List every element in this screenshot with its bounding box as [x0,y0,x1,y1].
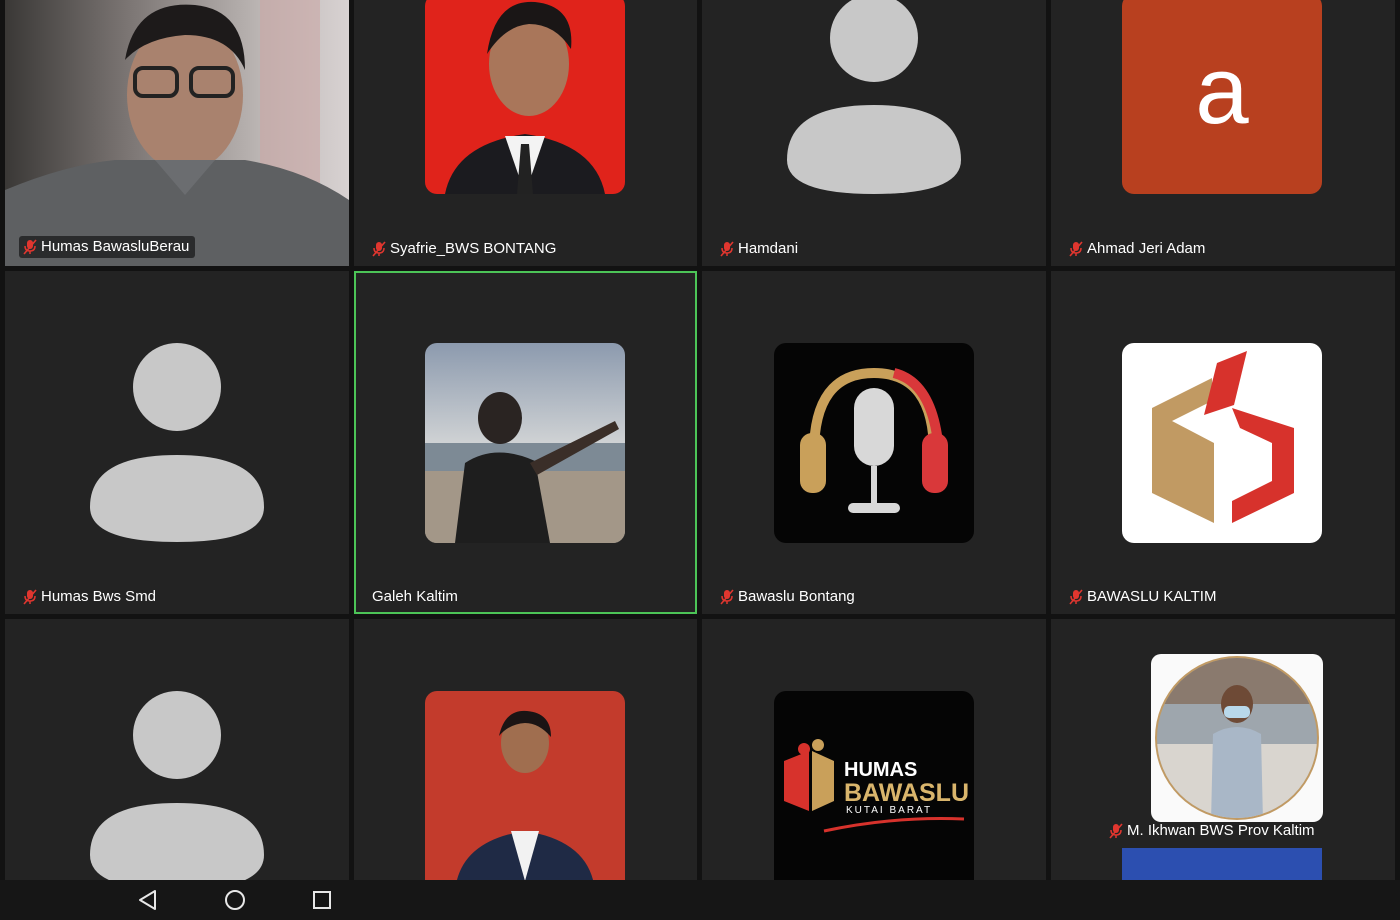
default-avatar-icon [90,343,264,542]
participant-photo [425,0,625,194]
participant-tile-humas-bawaslu-berau[interactable]: Humas BawasluBerau [5,0,349,266]
participant-name-label: Humas Bws Smd [23,588,156,606]
mic-off-icon [23,239,37,255]
participant-tile-ahmad-jeri-adam[interactable]: a Ahmad Jeri Adam [1051,0,1395,266]
humas-bawaslu-logo: HUMAS BAWASLU KUTAI BARAT [774,691,974,880]
mic-off-icon [1069,589,1083,605]
default-avatar-icon [90,691,264,880]
participant-name-label: Humas BawasluBerau [19,236,196,258]
participant-name-label: M. Ikhwan BWS Prov Kaltim [1109,822,1315,840]
participant-tile-humas-bws-smd[interactable]: Humas Bws Smd [5,271,349,614]
nav-recents-icon[interactable] [309,888,335,912]
participant-tile-bawaslu-bontang[interactable]: Bawaslu Bontang [702,271,1046,614]
mic-off-icon [372,241,386,257]
participant-photo [425,343,625,543]
nav-home-icon[interactable] [222,888,248,912]
participant-name-label: BAWASLU KALTIM [1069,588,1216,606]
logo-text-humas: HUMAS [844,759,918,781]
participant-video [5,0,349,266]
podcast-logo [774,343,974,543]
participant-name-label: Ahmad Jeri Adam [1069,240,1205,258]
logo-text-kutai-barat: KUTAI BARAT [846,805,933,816]
logo-text-bawaslu: BAWASLU [844,779,969,807]
participant-tile-unnamed-3[interactable]: HUMAS BAWASLU KUTAI BARAT [702,619,1046,880]
letter-avatar: a [1122,0,1322,194]
participant-tile-m-ikhwan[interactable]: M. Ikhwan BWS Prov Kaltim [1051,619,1395,880]
nav-back-icon[interactable] [135,888,161,912]
avatar-letter: a [1195,37,1249,144]
participant-tile-galeh-kaltim[interactable]: Galeh Kaltim [354,271,697,614]
participant-photo [1151,654,1323,822]
mic-off-icon [720,241,734,257]
mic-off-icon [1109,823,1123,839]
participant-name-label: Hamdani [720,240,798,258]
participant-tile-syafrie[interactable]: Syafrie_BWS BONTANG [354,0,697,266]
participant-banner [1122,848,1322,880]
participant-name-label: Galeh Kaltim [372,588,458,605]
participant-tile-hamdani[interactable]: Hamdani [702,0,1046,266]
participant-name-label: Syafrie_BWS BONTANG [372,240,556,258]
video-grid: Humas BawasluBerau Syafrie_BWS BONTANG H… [0,0,1400,880]
default-avatar-icon [787,0,961,194]
participant-tile-bawaslu-kaltim[interactable]: BAWASLU KALTIM [1051,271,1395,614]
mic-off-icon [23,589,37,605]
system-navigation-bar [0,880,1400,920]
participant-tile-unnamed-1[interactable] [5,619,349,880]
mic-off-icon [720,589,734,605]
participant-name-label: Bawaslu Bontang [720,588,855,606]
participant-tile-unnamed-2[interactable] [354,619,697,880]
participant-photo [425,691,625,880]
mic-off-icon [1069,241,1083,257]
bawaslu-logo [1122,343,1322,543]
